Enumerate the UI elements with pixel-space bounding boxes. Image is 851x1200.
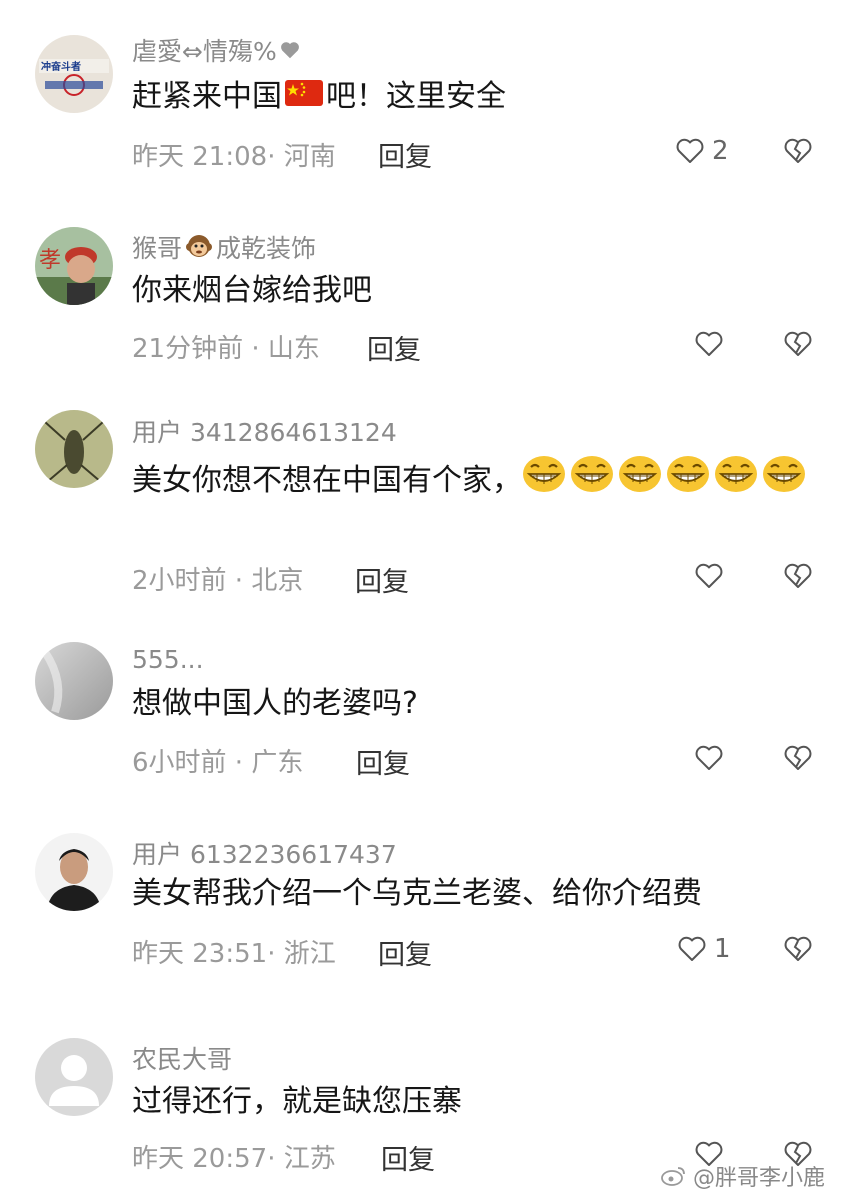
reply-button[interactable]: 回复	[356, 742, 410, 781]
grin-emoji-icon	[522, 454, 566, 508]
monkey-emoji-icon	[184, 232, 214, 262]
grin-emoji-icon	[570, 454, 614, 508]
broken-heart-icon	[784, 563, 812, 588]
broken-heart-icon	[784, 138, 812, 163]
comment-text: 美女帮我介绍一个乌克兰老婆、给你介绍费	[132, 876, 702, 911]
reply-button[interactable]: 回复	[355, 560, 409, 599]
like-count: 1	[714, 934, 731, 964]
dislike-button[interactable]	[782, 560, 814, 596]
dislike-button[interactable]	[782, 742, 814, 778]
grin-emoji-icon	[762, 454, 806, 508]
china-flag-icon	[285, 74, 323, 120]
avatar-logo-text: 冲奋斗者	[41, 60, 81, 73]
username[interactable]: 555...	[132, 645, 204, 674]
svg-text:孝: 孝	[39, 248, 61, 273]
comment-meta: 21分钟前 · 山东	[132, 334, 320, 364]
heart-outline-icon	[678, 936, 706, 961]
heart-outline-icon	[695, 563, 723, 588]
dislike-button[interactable]	[782, 135, 814, 171]
comment-text: 赶紧来中国 吧！这里安全	[132, 74, 812, 120]
username[interactable]: 农民大哥	[132, 1040, 232, 1076]
like-button[interactable]	[693, 560, 731, 592]
like-button[interactable]: 2	[674, 135, 729, 167]
weibo-logo-icon	[661, 1167, 685, 1186]
username[interactable]: 用户 3412864613124	[132, 413, 397, 449]
comment-text: 美女你想不想在中国有个家，	[132, 454, 812, 508]
dislike-button[interactable]	[782, 328, 814, 364]
reply-button[interactable]: 回复	[367, 328, 421, 367]
broken-heart-icon	[784, 331, 812, 356]
heart-icon	[279, 39, 301, 61]
dislike-button[interactable]	[782, 933, 814, 969]
comment-meta: 6小时前 · 广东	[132, 748, 304, 778]
comment-meta: 2小时前 · 北京	[132, 566, 304, 596]
avatar[interactable]	[35, 642, 113, 720]
username[interactable]: 用户 6132236617437	[132, 835, 397, 871]
grin-emoji-icon	[714, 454, 758, 508]
reply-button[interactable]: 回复	[378, 933, 432, 972]
broken-heart-icon	[784, 745, 812, 770]
broken-heart-icon	[784, 936, 812, 961]
comment-text: 过得还行，就是缺您压寨	[132, 1084, 462, 1119]
reply-button[interactable]: 回复	[381, 1138, 435, 1177]
username[interactable]: 虐愛⇔情殤%	[132, 32, 303, 68]
comment-meta: 昨天 21:08· 河南	[132, 142, 336, 172]
reply-button[interactable]: 回复	[378, 135, 432, 174]
grin-emoji-icon	[666, 454, 710, 508]
heart-outline-icon	[695, 331, 723, 356]
avatar[interactable]	[35, 1038, 113, 1116]
grin-emoji-icon	[618, 454, 662, 508]
avatar[interactable]: 孝	[35, 227, 113, 305]
like-count: 2	[712, 136, 729, 166]
like-button[interactable]: 1	[676, 933, 731, 965]
like-button[interactable]	[693, 742, 731, 774]
comment-text: 你来烟台嫁给我吧	[132, 273, 372, 308]
comment-text: 想做中国人的老婆吗?	[132, 686, 418, 721]
comment-meta: 昨天 23:51· 浙江	[132, 939, 336, 969]
heart-outline-icon	[676, 138, 704, 163]
avatar[interactable]	[35, 410, 113, 488]
comment-meta: 昨天 20:57· 江苏	[132, 1144, 336, 1174]
like-button[interactable]	[693, 328, 731, 360]
username[interactable]: 猴哥 成乾装饰	[132, 229, 316, 265]
avatar[interactable]	[35, 833, 113, 911]
avatar[interactable]: 冲奋斗者	[35, 35, 113, 113]
heart-outline-icon	[695, 745, 723, 770]
weibo-watermark: @胖哥李小鹿	[661, 1160, 825, 1192]
